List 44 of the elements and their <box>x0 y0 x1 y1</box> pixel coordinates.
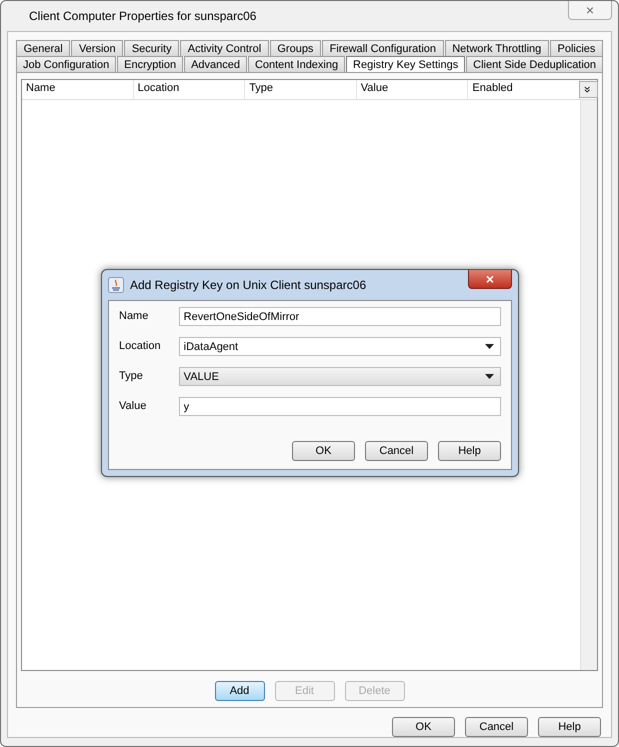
dropdown[interactable]: iDataAgent <box>178 337 501 356</box>
dialog-title: Add Registry Key on Unix Client sunsparc06 <box>130 278 366 292</box>
column-menu-button[interactable]: » <box>578 81 598 98</box>
tab[interactable]: Registry Key Settings <box>346 56 466 72</box>
dialog-button[interactable]: OK <box>392 717 455 737</box>
column-header[interactable]: Type <box>245 80 357 99</box>
dialog-button[interactable]: Help <box>438 441 501 461</box>
tab[interactable]: Network Throttling <box>444 40 549 56</box>
app-icon <box>108 277 124 293</box>
caret-icon <box>485 344 494 349</box>
column-header[interactable]: Name <box>22 80 134 99</box>
tab[interactable]: Firewall Configuration <box>322 40 444 56</box>
tab[interactable]: Policies <box>550 40 604 56</box>
tab[interactable]: Version <box>71 40 124 56</box>
column-header[interactable]: Value <box>356 80 468 99</box>
input-field[interactable]: RevertOneSideOfMirror <box>178 307 501 326</box>
caret-icon <box>485 374 494 379</box>
field-label: Name <box>119 309 150 322</box>
dialog-button[interactable]: Help <box>538 717 601 737</box>
dialog-button[interactable]: OK <box>292 441 355 461</box>
dropdown[interactable]: VALUE <box>178 367 501 386</box>
field-label: Type <box>119 369 144 382</box>
tab[interactable]: General <box>16 40 70 56</box>
field-label: Value <box>119 399 148 412</box>
tab[interactable]: Job Configuration <box>16 56 116 72</box>
tab[interactable]: Activity Control <box>180 40 269 56</box>
dialog-button[interactable]: Cancel <box>365 441 428 461</box>
action-button[interactable]: Add <box>214 681 264 701</box>
tab[interactable]: Security <box>124 40 180 56</box>
dialog-button[interactable]: Cancel <box>465 717 528 737</box>
tab[interactable]: Groups <box>270 40 322 56</box>
field-label: Location <box>119 339 162 352</box>
tab[interactable]: Encryption <box>117 56 184 72</box>
column-header[interactable]: Location <box>134 80 246 99</box>
scrollbar[interactable] <box>580 100 597 670</box>
tab[interactable]: Content Indexing <box>248 56 346 72</box>
input-field[interactable]: y <box>178 397 501 416</box>
tab[interactable]: Advanced <box>184 56 247 72</box>
tab[interactable]: Client Side Deduplication <box>466 56 604 72</box>
close-button[interactable]: × <box>568 1 612 20</box>
dropdown-value: VALUE <box>184 370 219 382</box>
window-title: Client Computer Properties for sunsparc06 <box>29 9 256 23</box>
dropdown-value: iDataAgent <box>184 340 238 352</box>
close-button[interactable]: × <box>468 270 512 289</box>
